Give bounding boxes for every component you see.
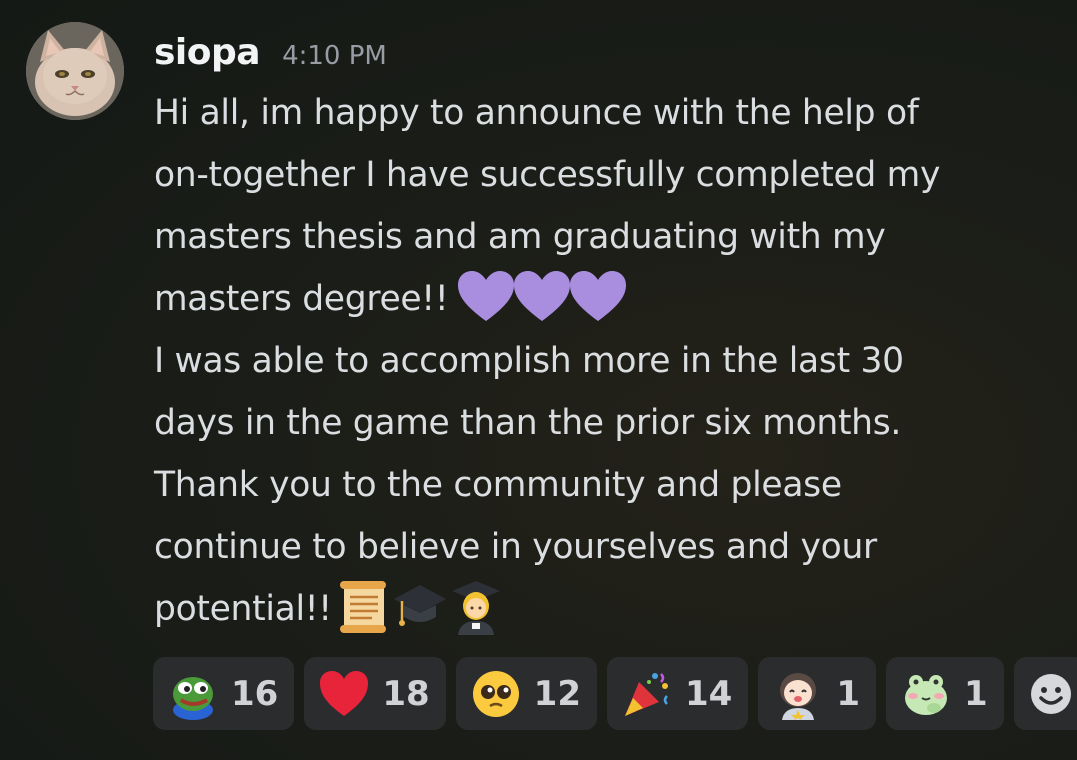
message-line: I was able to accomplish more in the las… (154, 341, 904, 381)
message-line-text: masters degree!! (154, 279, 449, 319)
reaction-blushing-frog[interactable]: 1 (885, 657, 1004, 730)
pepe-frog-emoji-icon (173, 676, 213, 720)
red-heart-emoji-icon (320, 670, 369, 716)
reaction-count: 16 (231, 673, 279, 714)
anime-girl-sticker-emoji-icon (780, 672, 817, 720)
graduation-emojis-group (336, 579, 502, 635)
reaction-heart[interactable]: 18 (304, 657, 446, 730)
message-line: Hi all, im happy to announce with the he… (154, 93, 919, 133)
chat-message: siopa 4:10 PM Hi all, im happy to announ… (0, 0, 1077, 760)
message-line-with-emojis: masters degree!! (154, 268, 1054, 330)
user-avatar[interactable] (26, 22, 124, 120)
reaction-count: 14 (684, 673, 733, 714)
username[interactable]: siopa (154, 32, 261, 73)
reaction-anime-girl[interactable]: 1 (758, 657, 876, 730)
reaction-count: 1 (836, 673, 860, 714)
reaction-count: 18 (382, 673, 430, 714)
purple-heart-icon (570, 270, 627, 321)
party-popper-emoji-icon (624, 672, 668, 716)
reaction-count: 1 (963, 673, 988, 714)
cat-avatar-icon (26, 22, 124, 120)
message-line: Thank you to the community and please (154, 465, 842, 505)
reactions-bar: 16 18 12 14 1 1 (153, 657, 1077, 730)
blushing-frog-emoji-icon (904, 674, 947, 715)
reaction-pleading-face[interactable]: 12 (455, 657, 597, 730)
graduation-cap-icon (393, 584, 446, 626)
add-reaction-smiley-icon (1030, 673, 1071, 714)
reaction-pepe[interactable]: 16 (153, 657, 295, 730)
reaction-party-popper[interactable]: 14 (606, 657, 749, 730)
message-line: days in the game than the prior six mont… (154, 403, 902, 443)
purple-hearts-group (456, 269, 627, 325)
pleading-face-emoji-icon (472, 670, 519, 717)
woman-student-icon (451, 580, 500, 635)
purple-heart-icon (514, 270, 571, 321)
message-line-with-emojis: potential!! (154, 578, 1054, 640)
reaction-count: 12 (533, 673, 581, 714)
scroll-icon (339, 580, 386, 633)
purple-heart-icon (458, 270, 515, 321)
message-header: siopa 4:10 PM (154, 32, 387, 78)
message-line: masters thesis and am graduating with my (154, 217, 886, 257)
timestamp[interactable]: 4:10 PM (282, 41, 387, 71)
add-reaction-button[interactable] (1013, 657, 1077, 730)
message-line: continue to believe in yourselves and yo… (154, 527, 877, 567)
message-line-text: potential!! (154, 589, 332, 629)
message-content: Hi all, im happy to announce with the he… (154, 82, 1054, 640)
message-line: on-together I have successfully complete… (154, 155, 941, 195)
